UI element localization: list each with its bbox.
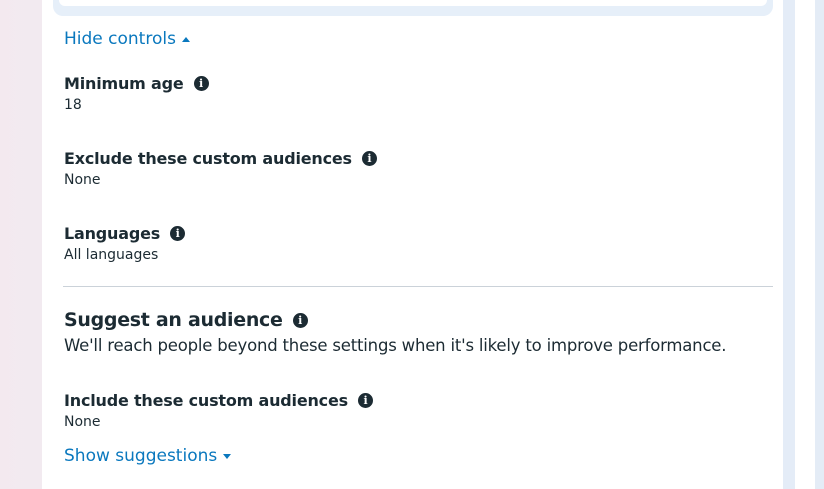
- exclude-custom-audiences-field: Exclude these custom audiences i None: [64, 149, 377, 188]
- languages-value: All languages: [64, 247, 159, 263]
- right-rail: [795, 0, 815, 489]
- exclude-custom-audiences-heading: Exclude these custom audiences i: [64, 149, 377, 168]
- caret-up-icon: [181, 36, 190, 42]
- audience-controls-panel: Hide controls Minimum age i 18 Exclude t…: [42, 0, 783, 489]
- suggest-audience-description: We'll reach people beyond these settings…: [64, 336, 727, 355]
- section-divider: [63, 286, 773, 287]
- exclude-custom-audiences-value: None: [64, 172, 101, 188]
- languages-heading: Languages i: [64, 224, 186, 243]
- suggest-audience-heading: Suggest an audience i: [64, 309, 308, 331]
- info-icon[interactable]: i: [170, 226, 186, 241]
- include-custom-audiences-title: Include these custom audiences: [64, 391, 348, 410]
- info-icon[interactable]: i: [193, 76, 209, 91]
- suggest-audience-title: Suggest an audience: [64, 309, 283, 331]
- info-icon[interactable]: i: [361, 151, 377, 166]
- previous-card-bottom: [53, 0, 773, 16]
- show-suggestions-link[interactable]: Show suggestions: [64, 446, 232, 466]
- include-custom-audiences-heading: Include these custom audiences i: [64, 391, 373, 410]
- hide-controls-label: Hide controls: [64, 29, 176, 49]
- caret-down-icon: [223, 453, 232, 459]
- minimum-age-heading: Minimum age i: [64, 74, 209, 93]
- include-custom-audiences-field: Include these custom audiences i None: [64, 391, 373, 430]
- languages-title: Languages: [64, 224, 161, 243]
- minimum-age-field: Minimum age i 18: [64, 74, 209, 113]
- info-icon[interactable]: i: [292, 312, 308, 328]
- languages-field: Languages i All languages: [64, 224, 186, 263]
- info-icon[interactable]: i: [357, 393, 373, 408]
- previous-card-inner: [59, 0, 767, 6]
- right-edge-strip: [815, 0, 824, 489]
- include-custom-audiences-value: None: [64, 414, 101, 430]
- minimum-age-title: Minimum age: [64, 74, 184, 93]
- show-suggestions-label: Show suggestions: [64, 446, 218, 466]
- minimum-age-value: 18: [64, 97, 82, 113]
- hide-controls-link[interactable]: Hide controls: [64, 29, 190, 49]
- exclude-custom-audiences-title: Exclude these custom audiences: [64, 149, 352, 168]
